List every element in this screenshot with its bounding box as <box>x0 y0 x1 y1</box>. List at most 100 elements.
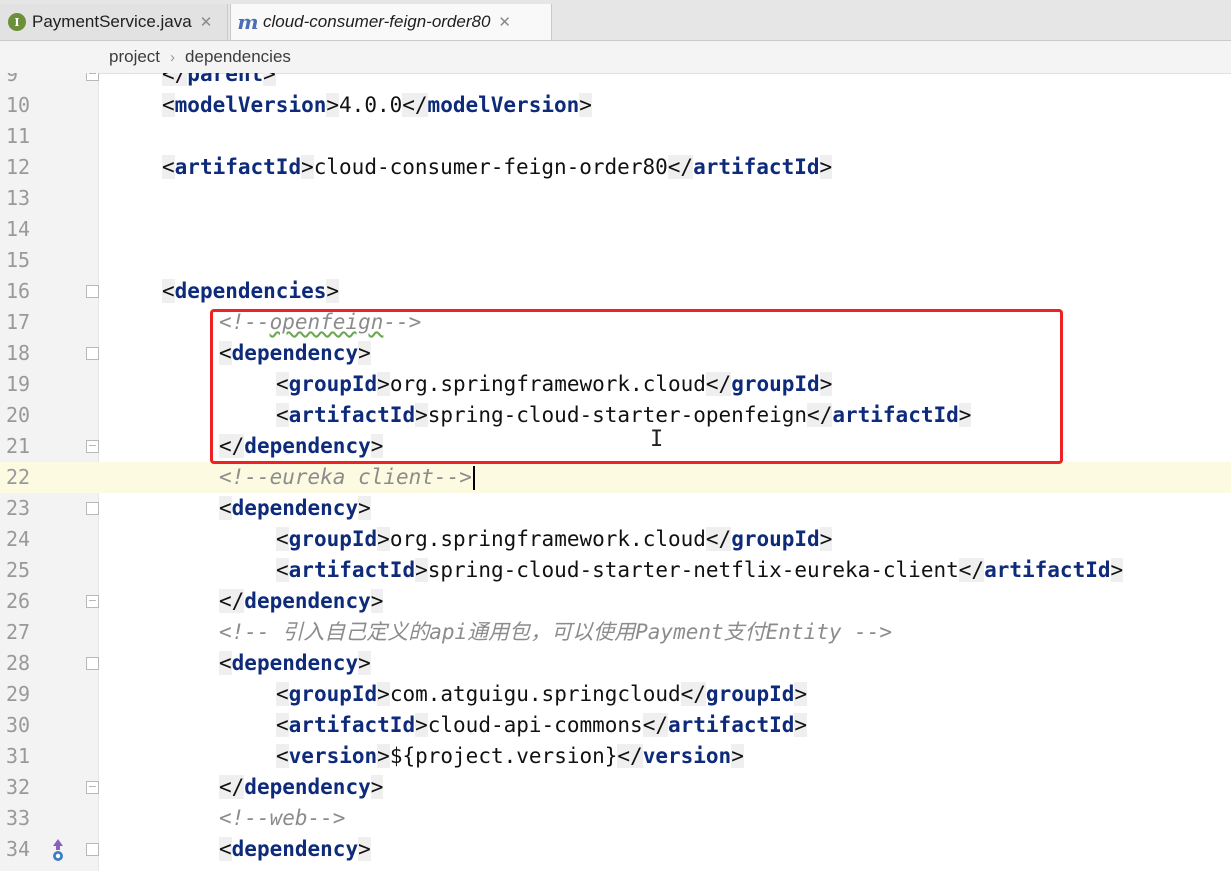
line-number: 24 <box>6 527 31 551</box>
code-line[interactable]: 32 </dependency> <box>0 772 1231 803</box>
xml-tag-name: dependencies <box>174 279 327 303</box>
line-number: 30 <box>6 713 31 737</box>
fold-marker-icon[interactable] <box>86 595 99 608</box>
xml-tag-name: groupId <box>705 682 795 706</box>
code-line[interactable]: 31 <version>${project.version}</version> <box>0 741 1231 772</box>
code-content: <artifactId>spring-cloud-starter-netflix… <box>276 557 1124 584</box>
fold-marker-icon[interactable] <box>86 657 99 670</box>
code-line[interactable]: 14 <box>0 214 1231 245</box>
close-icon[interactable]: ✕ <box>200 13 213 31</box>
code-content: <dependency> <box>219 495 371 522</box>
code-line[interactable]: 9 </parent> <box>0 73 1231 90</box>
code-content: <groupId>org.springframework.cloud</grou… <box>276 526 833 553</box>
code-content: <artifactId>cloud-consumer-feign-order80… <box>162 154 833 181</box>
code-line[interactable]: 33 <!--web--> <box>0 803 1231 834</box>
maven-icon: m <box>237 10 259 34</box>
code-content: <version>${project.version}</version> <box>276 743 744 770</box>
line-number: 31 <box>6 744 31 768</box>
xml-tag-name: modelVersion <box>174 93 327 117</box>
xml-bracket: < <box>276 558 289 582</box>
code-line[interactable]: 30 <artifactId>cloud-api-commons</artifac… <box>0 710 1231 741</box>
line-number: 13 <box>6 186 31 210</box>
fold-marker-icon[interactable] <box>86 285 99 298</box>
xml-text-value: ${project.version} <box>389 744 618 768</box>
xml-bracket: < <box>219 651 232 675</box>
code-content: <modelVersion>4.0.0</modelVersion> <box>162 92 592 119</box>
line-number: 26 <box>6 589 31 613</box>
xml-bracket: < <box>162 93 175 117</box>
code-line[interactable]: 15 <box>0 245 1231 276</box>
xml-bracket: </ <box>162 73 188 86</box>
xml-tag-name: dependency <box>231 651 359 675</box>
code-line[interactable]: 23 <dependency> <box>0 493 1231 524</box>
code-line[interactable]: 22 <!--eureka client--> <box>0 462 1231 493</box>
xml-bracket: > <box>377 744 390 768</box>
breadcrumb-item-project[interactable]: project <box>109 47 160 67</box>
code-content: <!--eureka client--> <box>219 464 475 491</box>
code-line[interactable]: 10 <modelVersion>4.0.0</modelVersion> <box>0 90 1231 121</box>
line-number: 17 <box>6 310 31 334</box>
code-line[interactable]: 16 <dependencies> <box>0 276 1231 307</box>
code-content: <artifactId>cloud-api-commons</artifactI… <box>276 712 808 739</box>
tab-payment-service[interactable]: I PaymentService.java ✕ <box>0 4 228 40</box>
code-line[interactable]: 34 <dependency> <box>0 834 1231 865</box>
xml-bracket: </ <box>219 589 245 613</box>
fold-marker-icon[interactable] <box>86 781 99 794</box>
xml-bracket: < <box>219 496 232 520</box>
line-number: 34 <box>6 837 31 861</box>
xml-tag-name: artifactId <box>693 155 820 179</box>
xml-tag-name: artifactId <box>174 155 302 179</box>
line-number: 12 <box>6 155 31 179</box>
xml-text-value: 4.0.0 <box>339 93 403 117</box>
xml-tag-name: artifactId <box>984 558 1111 582</box>
tab-pom-xml[interactable]: m cloud-consumer-feign-order80 ✕ <box>230 4 552 40</box>
line-number: 20 <box>6 403 31 427</box>
xml-bracket: </ <box>680 682 706 706</box>
fold-marker-icon[interactable] <box>86 73 99 81</box>
xml-bracket: > <box>358 837 371 861</box>
xml-tag-name: artifactId <box>667 713 795 737</box>
xml-tag-name: groupId <box>731 527 820 551</box>
line-number: 10 <box>6 93 31 117</box>
line-number: 9 <box>6 73 19 86</box>
code-line[interactable]: 13 <box>0 183 1231 214</box>
xml-bracket: < <box>276 527 289 551</box>
xml-bracket: < <box>162 279 175 303</box>
xml-text-value: cloud-api-commons <box>427 713 643 737</box>
line-number: 18 <box>6 341 31 365</box>
code-line[interactable]: 24 <groupId>org.springframework.cloud</gr… <box>0 524 1231 555</box>
code-line[interactable]: 26 </dependency> <box>0 586 1231 617</box>
code-line[interactable]: 25 <artifactId>spring-cloud-starter-netfl… <box>0 555 1231 586</box>
xml-bracket: > <box>819 155 833 179</box>
xml-bracket: > <box>579 93 592 117</box>
fold-marker-icon[interactable] <box>86 347 99 360</box>
xml-bracket: > <box>370 589 384 613</box>
code-content: <dependency> <box>219 836 371 863</box>
line-number: 25 <box>6 558 31 582</box>
fold-marker-icon[interactable] <box>86 843 99 856</box>
xml-bracket: < <box>276 744 289 768</box>
text-cursor-icon: I <box>650 427 664 452</box>
line-number: 19 <box>6 372 31 396</box>
fold-marker-icon[interactable] <box>86 440 99 453</box>
code-line[interactable]: 12 <artifactId>cloud-consumer-feign-order… <box>0 152 1231 183</box>
line-number: 27 <box>6 620 31 644</box>
xml-bracket: > <box>326 279 340 303</box>
xml-bracket: </ <box>667 155 694 179</box>
code-line[interactable]: 28 <dependency> <box>0 648 1231 679</box>
editor-tab-bar: I PaymentService.java ✕ m cloud-consumer… <box>0 0 1231 41</box>
xml-bracket: > <box>415 558 428 582</box>
code-line[interactable]: 27 <!-- 引入自己定义的api通用包，可以使用Payment支付Entity… <box>0 617 1231 648</box>
breadcrumb-item-dependencies[interactable]: dependencies <box>185 47 291 67</box>
line-number: 22 <box>6 465 31 489</box>
xml-bracket: > <box>794 713 808 737</box>
tab-label: cloud-consumer-feign-order80 <box>263 12 491 31</box>
xml-bracket: > <box>1110 558 1124 582</box>
code-line[interactable]: 29 <groupId>com.atguigu.springcloud</grou… <box>0 679 1231 710</box>
xml-tag-name: modelVersion <box>427 93 580 117</box>
code-line[interactable]: 11 <box>0 121 1231 152</box>
code-editor[interactable]: 9 </parent> 10 <modelVersion>4.0.0</modelVe… <box>0 73 1231 871</box>
fold-marker-icon[interactable] <box>86 502 99 515</box>
implemented-marker-icon[interactable] <box>48 837 68 863</box>
close-icon[interactable]: ✕ <box>498 13 511 31</box>
